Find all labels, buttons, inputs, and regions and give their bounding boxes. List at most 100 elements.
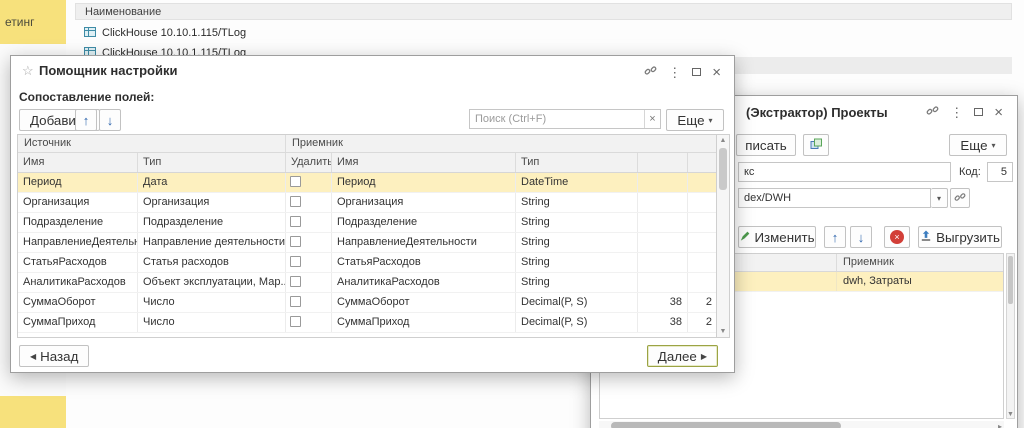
mapping-row[interactable]: СуммаОборот Число СуммаОборот Decimal(P,… (18, 293, 716, 313)
source-type-cell: Направление деятельности (138, 233, 286, 252)
delete-cell (286, 273, 332, 292)
edit-button[interactable]: Изменить (738, 226, 816, 248)
delete-checkbox[interactable] (290, 176, 301, 187)
source-type-cell: Организация (138, 193, 286, 212)
link-icon[interactable] (644, 64, 657, 80)
vertical-scrollbar[interactable]: ▲ ▼ (717, 134, 730, 338)
target-name-cell: Организация (332, 193, 516, 212)
unload-button[interactable]: Выгрузить (918, 226, 1002, 248)
search-input[interactable] (470, 111, 644, 127)
mapping-row[interactable]: Организация Организация Организация Stri… (18, 193, 716, 213)
more-button-label: Еще (960, 138, 987, 153)
delete-checkbox[interactable] (290, 236, 301, 247)
scrollbar-thumb[interactable] (611, 422, 841, 428)
delete-checkbox[interactable] (290, 256, 301, 267)
list-item[interactable]: ClickHouse 10.10.1.115/TLog (75, 24, 1012, 42)
group-header-target: Приемник (286, 135, 717, 152)
delete-cell (286, 193, 332, 212)
move-up-button[interactable]: ↑ (824, 226, 846, 248)
col-target-name[interactable]: Имя (332, 153, 516, 172)
maximize-icon[interactable] (692, 68, 701, 76)
group-header-row: Источник Приемник (18, 135, 716, 153)
chevron-down-icon: ▾ (937, 194, 941, 203)
kebab-menu-icon[interactable]: ⋮ (950, 106, 963, 119)
more-button[interactable]: Еще ▾ (666, 109, 724, 131)
col-source-type[interactable]: Тип (138, 153, 286, 172)
move-down-button[interactable]: ↓ (850, 226, 872, 248)
mapping-row[interactable]: СтатьяРасходов Статья расходов СтатьяРас… (18, 253, 716, 273)
close-icon[interactable]: × (994, 106, 1003, 119)
sidebar-item-marketing[interactable]: етинг (0, 0, 66, 44)
save-button[interactable]: писать (736, 134, 796, 156)
code-field[interactable] (987, 162, 1013, 182)
arrow-up-icon: ↑ (832, 231, 839, 244)
vertical-scrollbar[interactable]: ▼ (1006, 253, 1015, 419)
target-column-header[interactable]: Приемник (837, 254, 1003, 271)
col-source-name[interactable]: Имя (18, 153, 138, 172)
delete-cell (286, 293, 332, 312)
more-button[interactable]: Еще ▾ (949, 134, 1007, 156)
mapping-row[interactable]: СуммаПриход Число СуммаПриход Decimal(P,… (18, 313, 716, 333)
unload-button-label: Выгрузить (936, 230, 1000, 245)
col-delete[interactable]: Удалить (286, 153, 332, 172)
scale-cell (688, 253, 717, 272)
favorite-star-icon[interactable]: ☆ (22, 63, 34, 79)
source-name-cell: СуммаОборот (18, 293, 138, 312)
scrollbar-thumb[interactable] (719, 148, 727, 190)
next-button[interactable]: Далее ▶ (647, 345, 718, 367)
delete-checkbox[interactable] (290, 296, 301, 307)
wizard-dialog: ☆ Помощник настройки ⋮ × Сопоставление п… (10, 55, 735, 373)
move-up-button[interactable]: ↑ (75, 109, 97, 131)
group-header-source: Источник (18, 135, 286, 152)
col-target-type[interactable]: Тип (516, 153, 638, 172)
delete-checkbox[interactable] (290, 276, 301, 287)
scale-cell (688, 273, 717, 292)
target-name-cell: СтатьяРасходов (332, 253, 516, 272)
scroll-down-icon[interactable]: ▼ (717, 328, 729, 335)
dropdown-button[interactable]: ▾ (931, 188, 948, 208)
link-icon[interactable] (926, 104, 939, 120)
back-button[interactable]: ◀ Назад (19, 345, 89, 367)
scroll-up-icon[interactable]: ▲ (717, 137, 729, 144)
maximize-icon[interactable] (974, 108, 983, 116)
target-path-field[interactable] (738, 188, 931, 208)
delete-cell (286, 213, 332, 232)
delete-checkbox[interactable] (290, 196, 301, 207)
delete-checkbox[interactable] (290, 316, 301, 327)
horizontal-scrollbar[interactable]: ▸ (599, 421, 1004, 428)
open-link-button[interactable] (950, 188, 970, 208)
source-type-cell: Дата (138, 173, 286, 192)
delete-button[interactable]: × (884, 226, 910, 248)
kebab-menu-icon[interactable]: ⋮ (668, 66, 681, 79)
mapping-table: Источник Приемник Имя Тип Удалить Имя Ти… (17, 134, 717, 338)
name-field[interactable] (738, 162, 951, 182)
mapping-row[interactable]: Период Дата Период DateTime (18, 173, 716, 193)
close-icon[interactable]: × (712, 66, 721, 79)
move-down-button[interactable]: ↓ (99, 109, 121, 131)
red-delete-icon: × (890, 230, 904, 244)
delete-checkbox[interactable] (290, 216, 301, 227)
scrollbar-thumb[interactable] (1008, 256, 1013, 304)
mapping-row[interactable]: НаправлениеДеятельности Направление деят… (18, 233, 716, 253)
scale-cell: 2 (688, 313, 717, 332)
scroll-down-icon[interactable]: ▼ (1007, 411, 1014, 418)
precision-cell (638, 173, 688, 192)
delete-cell (286, 173, 332, 192)
mapping-row[interactable]: Подразделение Подразделение Подразделени… (18, 213, 716, 233)
save-button-label: писать (745, 138, 787, 153)
target-type-cell: Decimal(P, S) (516, 293, 638, 312)
scale-cell (688, 233, 717, 252)
clear-search-icon[interactable]: × (644, 110, 660, 128)
copy-icon-button[interactable] (803, 134, 829, 156)
scale-cell (688, 173, 717, 192)
mapping-row[interactable]: АналитикаРасходов Объект эксплуатации, М… (18, 273, 716, 293)
precision-cell (638, 193, 688, 212)
target-type-cell: DateTime (516, 173, 638, 192)
back-button-label: Назад (40, 349, 78, 364)
copy-icon (810, 138, 823, 153)
target-type-cell: String (516, 213, 638, 232)
list-column-header[interactable]: Наименование (75, 3, 1012, 20)
scroll-right-icon[interactable]: ▸ (998, 422, 1002, 428)
target-name-cell: СуммаОборот (332, 293, 516, 312)
target-name-cell: Период (332, 173, 516, 192)
